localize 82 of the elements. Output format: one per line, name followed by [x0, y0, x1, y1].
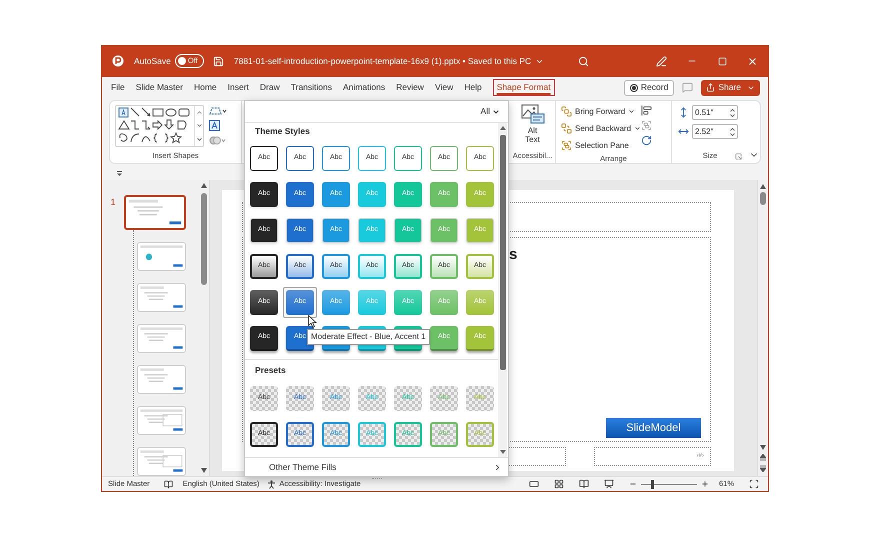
fit-to-window-icon[interactable] [749, 479, 759, 489]
rotate-icon[interactable] [641, 135, 652, 146]
spinner-icon[interactable] [730, 126, 735, 136]
autosave-label: AutoSave [134, 54, 171, 68]
scroll-down-icon[interactable] [201, 468, 207, 473]
alt-text-icon [520, 104, 544, 124]
record-icon [630, 84, 638, 92]
more-icon[interactable] [196, 136, 202, 143]
mouse-pointer-icon [308, 315, 317, 328]
ribbon-tab[interactable]: Slide Master [136, 79, 183, 96]
height-icon [678, 107, 689, 118]
maximize-icon[interactable] [718, 56, 726, 66]
menu-item[interactable]: Other Theme Fills [245, 458, 508, 476]
save-icon[interactable] [212, 56, 224, 66]
ribbon-tab[interactable]: Help [464, 79, 482, 96]
ribbon-tab[interactable]: View [434, 79, 454, 96]
ribbon-tab[interactable]: Shape Format [492, 79, 555, 96]
slide-show-icon[interactable] [604, 479, 614, 489]
slide-title-text: s [509, 245, 518, 265]
scroll-up-icon[interactable] [201, 183, 207, 188]
merge-shapes-icon[interactable] [209, 135, 227, 146]
search-icon[interactable] [578, 56, 589, 66]
document-title: 7881-01-self-introduction-powerpoint-template-16x9 (1).pptx • Saved to this PC [234, 54, 532, 68]
spinner-icon[interactable] [730, 108, 735, 118]
selection-pane-icon [561, 140, 572, 151]
caret-icon [628, 108, 636, 115]
bring-forward-icon [561, 106, 572, 117]
caret-icon [492, 108, 500, 116]
align-icon[interactable] [641, 105, 652, 116]
slide-sorter-icon[interactable] [554, 479, 564, 489]
ribbon-tab[interactable]: Draw [260, 79, 280, 96]
share-icon [706, 83, 716, 92]
scroll-up-icon[interactable] [760, 184, 766, 189]
app-logo-icon [112, 55, 124, 67]
ribbon-tab[interactable]: Insert [228, 79, 249, 96]
edit-shape-icon[interactable] [209, 106, 227, 116]
ribbon-tab[interactable]: Transitions [290, 79, 332, 96]
section-heading: Theme Styles [254, 125, 311, 138]
caret-icon [634, 125, 641, 132]
normal-view-icon[interactable] [528, 479, 539, 489]
scroll-down-icon[interactable] [760, 445, 766, 450]
next-slide-icon[interactable] [760, 465, 766, 472]
arrange-button[interactable]: Selection Pane [561, 138, 641, 153]
arrange-button[interactable]: Send Backward [561, 121, 641, 136]
scroll-up-icon[interactable] [500, 125, 506, 131]
filter-dropdown[interactable]: All [480, 105, 500, 118]
tooltip: Moderate Effect - Blue, Accent 1 [307, 329, 430, 345]
zoom-slider-thumb[interactable] [650, 480, 654, 488]
scroll-thumb[interactable] [760, 192, 766, 205]
quick-access-menu-icon[interactable] [116, 170, 123, 176]
ribbon-tab[interactable]: Review [396, 79, 424, 96]
notes-icon[interactable] [164, 480, 173, 488]
scroll-thumb[interactable] [201, 193, 207, 285]
scroll-thumb[interactable] [500, 135, 506, 370]
close-icon[interactable] [746, 56, 758, 66]
logo-badge: SlideModel [606, 418, 701, 438]
chevron-icon [493, 462, 502, 472]
pen-icon[interactable] [656, 56, 666, 66]
ribbon-tab[interactable]: Animations [343, 79, 386, 96]
send-backward-icon [561, 123, 572, 134]
width-field[interactable]: 2.52" [692, 124, 738, 139]
dialog-launcher-icon[interactable] [735, 152, 742, 160]
reading-view-icon[interactable] [578, 479, 589, 489]
share-button[interactable]: Share [701, 80, 760, 96]
text-box-icon[interactable] [209, 120, 220, 131]
accessibility-icon[interactable] [267, 480, 276, 488]
zoom-slider[interactable] [640, 480, 697, 488]
ribbon-tab[interactable]: Home [194, 79, 217, 96]
slide-number: 1 [110, 196, 116, 209]
slide-thumbnail[interactable] [124, 195, 186, 230]
zoom-in-icon[interactable] [700, 480, 709, 488]
width-icon [678, 126, 689, 137]
height-field[interactable]: 0.51" [692, 105, 738, 120]
previous-slide-icon[interactable] [760, 454, 766, 461]
scroll-up-icon[interactable] [196, 109, 202, 116]
ribbon-tab[interactable]: File [111, 79, 125, 96]
record-button[interactable]: Record [624, 80, 674, 96]
scroll-down-icon[interactable] [196, 122, 202, 130]
alt-text-button[interactable]: Alt Text [510, 101, 555, 149]
scroll-down-icon[interactable] [500, 449, 506, 455]
arrange-button[interactable]: Bring Forward [561, 104, 641, 119]
section-heading: Presets [254, 364, 287, 377]
